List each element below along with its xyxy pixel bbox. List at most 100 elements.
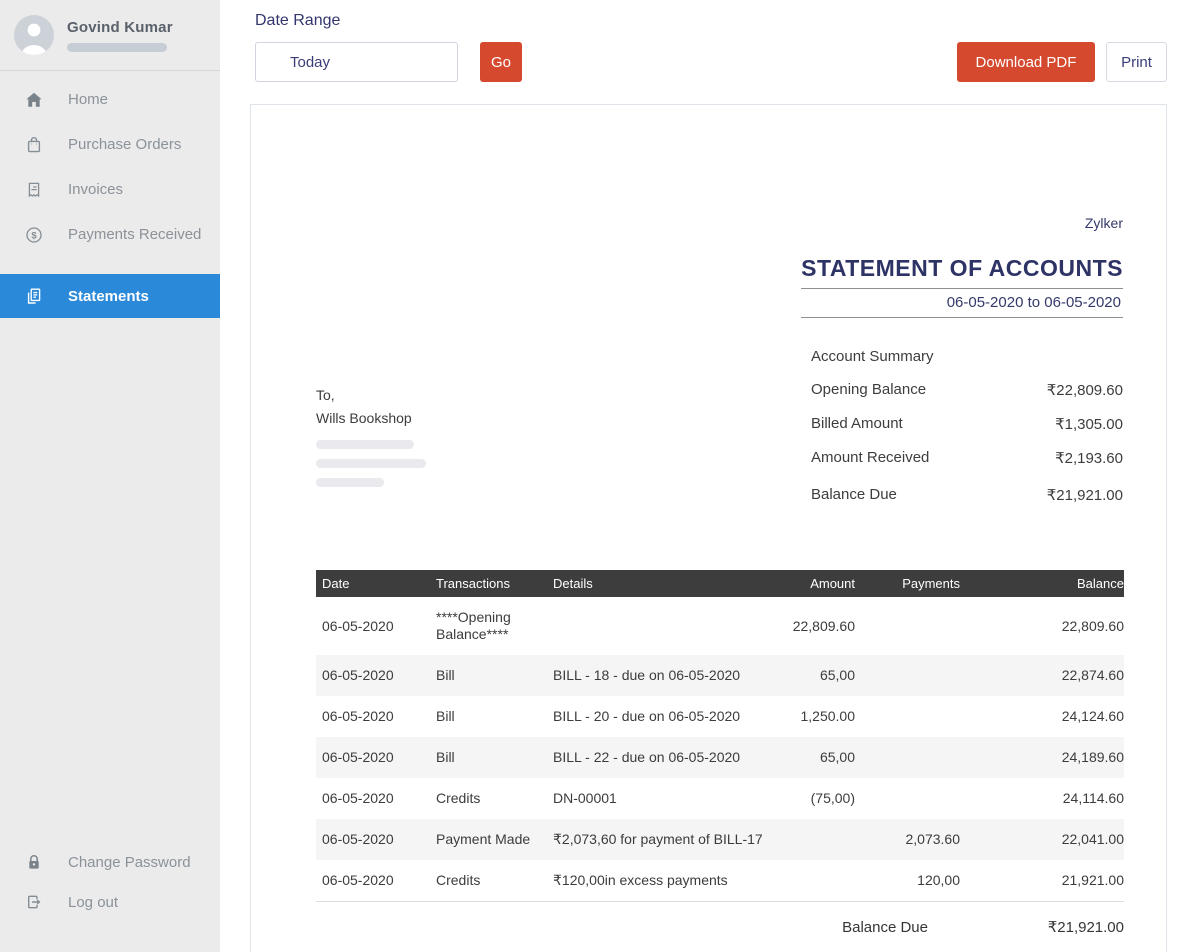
sidebar-item-log-out[interactable]: Log out — [0, 882, 220, 922]
profile-name: Govind Kumar — [67, 19, 173, 36]
sidebar-item-label: Statements — [68, 288, 149, 305]
date-range-value: Today — [290, 54, 330, 71]
logout-icon — [24, 892, 44, 912]
table-row: 06-05-2020BillBILL - 22 - due on 06-05-2… — [316, 737, 1124, 778]
statement-table-head-row: DateTransactionsDetailsAmountPaymentsBal… — [316, 570, 1124, 597]
summary-value: ₹2,193.60 — [1055, 449, 1123, 467]
sidebar-item-purchase-orders[interactable]: Purchase Orders — [0, 122, 220, 167]
recipient-address-placeholder — [316, 440, 426, 487]
dollar-circle-icon: $ — [24, 225, 44, 245]
sidebar-item-label: Payments Received — [68, 226, 201, 243]
footer-spacer-cell — [316, 902, 773, 952]
download-pdf-button[interactable]: Download PDF — [957, 42, 1095, 82]
app-window: Govind Kumar Home — [0, 0, 1200, 952]
table-cell: 21,921.00 — [960, 860, 1124, 902]
table-cell: ₹120,00in excess payments — [553, 860, 773, 902]
sidebar-item-label: Purchase Orders — [68, 136, 181, 153]
summary-label: Billed Amount — [811, 415, 903, 433]
home-icon — [24, 90, 44, 110]
table-cell: BILL - 20 - due on 06-05-2020 — [553, 696, 773, 737]
go-button[interactable]: Go — [480, 42, 522, 82]
table-row: 06-05-2020Credits₹120,00in excess paymen… — [316, 860, 1124, 902]
statements-icon — [24, 286, 44, 306]
receipt-icon — [24, 180, 44, 200]
table-cell: 06-05-2020 — [316, 696, 436, 737]
sidebar-item-change-password[interactable]: Change Password — [0, 842, 220, 882]
profile-meta: Govind Kumar — [67, 19, 173, 52]
table-cell — [855, 696, 960, 737]
sidebar-item-label: Home — [68, 91, 108, 108]
address-placeholder-bar — [316, 440, 414, 449]
column-header-amount: Amount — [773, 570, 855, 597]
profile-placeholder-bar — [67, 43, 167, 52]
date-range-select[interactable]: Today — [255, 42, 458, 82]
table-footer-row: Balance Due ₹21,921.00 — [316, 902, 1124, 952]
summary-label: Balance Due — [811, 486, 897, 504]
table-row: 06-05-2020Payment Made₹2,073,60 for paym… — [316, 819, 1124, 860]
table-cell: 2,073.60 — [855, 819, 960, 860]
column-header-date: Date — [316, 570, 436, 597]
table-cell: 65,00 — [773, 655, 855, 696]
summary-value: ₹21,921.00 — [1047, 486, 1123, 504]
table-cell: DN-00001 — [553, 778, 773, 819]
table-cell: ₹2,073,60 for payment of BILL-17 — [553, 819, 773, 860]
summary-row: Billed Amount ₹1,305.00 — [811, 415, 1123, 433]
summary-row: Amount Received ₹2,193.60 — [811, 449, 1123, 467]
table-cell: BILL - 18 - due on 06-05-2020 — [553, 655, 773, 696]
table-cell: (75,00) — [773, 778, 855, 819]
table-cell: 22,809.60 — [773, 597, 855, 655]
sidebar-footer: Change Password Log out — [0, 842, 220, 952]
sidebar-item-invoices[interactable]: Invoices — [0, 167, 220, 212]
table-cell — [855, 597, 960, 655]
table-cell: 22,041.00 — [960, 819, 1124, 860]
statement-table-body: 06-05-2020****Opening Balance****22,809.… — [316, 597, 1124, 902]
table-cell — [855, 655, 960, 696]
table-cell — [553, 597, 773, 655]
summary-value: ₹1,305.00 — [1055, 415, 1123, 433]
column-header-balance: Balance — [960, 570, 1124, 597]
table-row: 06-05-2020****Opening Balance**** 22,809.… — [316, 597, 1124, 655]
company-name: Zylker — [316, 215, 1123, 231]
table-cell: 24,124.60 — [960, 696, 1124, 737]
table-cell: BILL - 22 - due on 06-05-2020 — [553, 737, 773, 778]
sidebar-nav: Home Purchase Orders — [0, 71, 220, 318]
avatar — [14, 15, 54, 55]
profile-block: Govind Kumar — [0, 0, 220, 71]
date-range-label: Date Range — [255, 10, 1167, 30]
sidebar-item-payments-received[interactable]: $ Payments Received — [0, 212, 220, 257]
table-cell: 06-05-2020 — [316, 778, 436, 819]
summary-row-balance-due: Balance Due ₹21,921.00 — [811, 486, 1123, 504]
account-summary-heading: Account Summary — [811, 348, 1123, 365]
toolbar: Today Go Download PDF Print — [255, 42, 1167, 82]
table-cell: 06-05-2020 — [316, 597, 436, 655]
lock-icon — [24, 852, 44, 872]
sidebar-item-statements[interactable]: Statements — [0, 274, 220, 318]
table-cell: Bill — [436, 696, 553, 737]
table-cell: ****Opening Balance**** — [436, 597, 553, 655]
table-cell: Credits — [436, 778, 553, 819]
sidebar-item-home[interactable]: Home — [0, 77, 220, 122]
footer-balance-due-value: ₹21,921.00 — [960, 902, 1124, 952]
table-cell: 06-05-2020 — [316, 860, 436, 902]
shopping-bag-icon — [24, 135, 44, 155]
summary-label: Amount Received — [811, 449, 929, 467]
sidebar: Govind Kumar Home — [0, 0, 220, 952]
sidebar-item-label: Log out — [68, 894, 118, 911]
statement-heading-block: STATEMENT OF ACCOUNTS 06-05-2020 to 06-0… — [801, 255, 1123, 318]
svg-text:$: $ — [31, 230, 37, 241]
sidebar-spacer — [0, 318, 220, 842]
main-content: Date Range Today Go Download PDF Print Z… — [220, 0, 1200, 952]
transactions-table: DateTransactionsDetailsAmountPaymentsBal… — [316, 570, 1124, 952]
column-header-payments: Payments — [855, 570, 960, 597]
statement-title: STATEMENT OF ACCOUNTS — [801, 255, 1123, 289]
account-summary: Account Summary Opening Balance ₹22,809.… — [811, 348, 1123, 520]
print-button[interactable]: Print — [1106, 42, 1167, 82]
table-cell: 65,00 — [773, 737, 855, 778]
statement-info-row: To, Wills Bookshop Account Summary Openi… — [316, 348, 1123, 520]
summary-value: ₹22,809.60 — [1047, 381, 1123, 399]
recipient-name: Wills Bookshop — [316, 410, 426, 426]
table-cell: 24,189.60 — [960, 737, 1124, 778]
column-header-transactions: Transactions — [436, 570, 553, 597]
table-cell: 24,114.60 — [960, 778, 1124, 819]
table-cell: 22,874.60 — [960, 655, 1124, 696]
